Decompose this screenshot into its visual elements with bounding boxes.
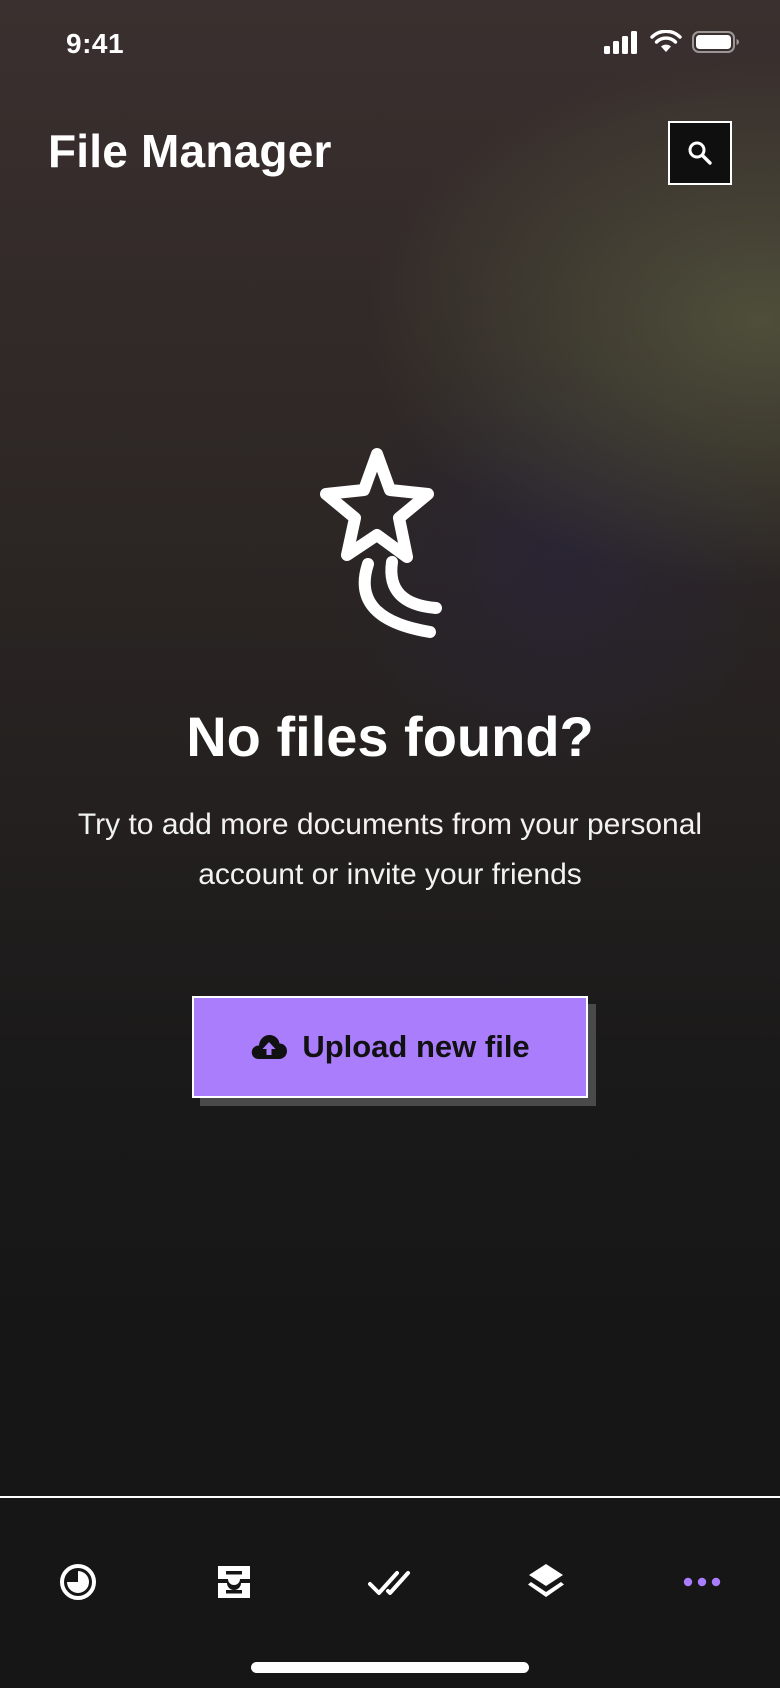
nav-item-layers[interactable] [516,1552,576,1612]
cloud-upload-icon [252,1035,288,1059]
upload-new-file-button[interactable]: Upload new file [192,996,588,1098]
clock-pie-icon [60,1564,96,1600]
signal-icon [604,31,637,54]
layers-icon [528,1564,564,1597]
double-check-icon [368,1571,410,1595]
status-icons [604,30,740,54]
more-dots-icon [683,1577,721,1587]
empty-state-description-line2: account or invite your friends [198,858,582,891]
status-time: 9:41 [66,28,125,59]
nav-item-recent[interactable] [48,1552,108,1612]
status-bar: 9:41 [0,0,780,90]
empty-state-description-line1: Try to add more documents from your pers… [77,808,703,841]
search-icon [688,141,712,165]
nav-item-more[interactable] [672,1552,732,1612]
battery-icon [692,31,739,53]
nav-item-done[interactable] [360,1552,420,1612]
empty-state-description: Try to add more documents from your pers… [40,800,740,900]
search-button[interactable] [668,121,732,185]
bottom-nav [0,1496,780,1688]
nav-item-inbox[interactable] [204,1552,264,1612]
upload-button-label: Upload new file [302,1029,530,1064]
empty-state-title: No files found? [186,705,594,768]
home-indicator [251,1662,529,1673]
page-title: File Manager [48,125,332,177]
inbox-tray-icon [218,1566,250,1598]
wifi-icon [650,30,682,52]
shooting-star-icon [320,448,442,638]
